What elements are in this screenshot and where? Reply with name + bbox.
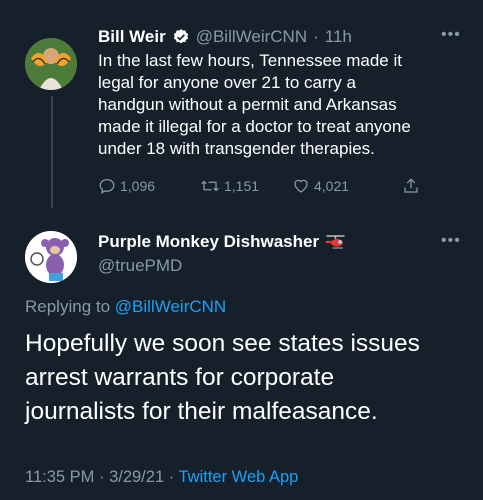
tweet2-text: Hopefully we soon see states issues arre… xyxy=(25,327,465,429)
avatar-purple-monkey[interactable] xyxy=(25,231,77,283)
tweet1-text-line: handgun without a permit and Arkansas xyxy=(98,95,397,114)
tweet1-text-line: legal for anyone over 21 to carry a xyxy=(98,73,356,92)
more-dots-icon[interactable]: ••• xyxy=(441,26,461,44)
tweet2-author-name[interactable]: Purple Monkey Dishwasher xyxy=(98,232,319,252)
tweet2-footer: 11:35 PM · 3/29/21 · Twitter Web App xyxy=(25,468,298,487)
avatar-bill-weir[interactable] xyxy=(25,38,77,90)
reply-icon xyxy=(99,178,115,194)
tweet1-actions: 1,096 1,151 4,021 xyxy=(98,177,428,195)
reply-button[interactable]: 1,096 xyxy=(98,177,186,195)
tweet1-header: Bill Weir @BillWeirCNN · 11h xyxy=(98,27,352,47)
tweet2-source-link[interactable]: Twitter Web App xyxy=(179,468,299,486)
tweet1-separator: · xyxy=(313,27,319,46)
reply-count: 1,096 xyxy=(120,178,156,194)
thread-connector-line xyxy=(51,96,53,208)
like-button[interactable]: 4,021 xyxy=(292,177,376,195)
helicopter-icon xyxy=(325,233,349,251)
retweet-button[interactable]: 1,151 xyxy=(200,177,282,195)
more-dots-icon[interactable]: ••• xyxy=(441,232,461,250)
replying-to-handle-link[interactable]: @BillWeirCNN xyxy=(115,297,226,316)
tweet2-handle[interactable]: @truePMD xyxy=(98,256,182,276)
tweet1-text: In the last few hours, Tennessee made it… xyxy=(98,50,448,160)
verified-badge-icon xyxy=(172,28,190,46)
tweet2-timestamp[interactable]: 11:35 PM · 3/29/21 · xyxy=(25,468,174,486)
avatar-image xyxy=(25,231,77,283)
tweet1-author-name[interactable]: Bill Weir xyxy=(98,27,166,47)
tweet1-time[interactable]: 11h xyxy=(325,27,352,47)
share-icon xyxy=(404,178,418,193)
share-button[interactable] xyxy=(402,177,420,195)
tweet2-text-line: journalists for their malfeasance. xyxy=(25,398,378,425)
heart-icon xyxy=(294,179,308,193)
tweet1-text-line: under 18 with transgender therapies. xyxy=(98,139,375,158)
like-count: 4,021 xyxy=(314,178,350,194)
retweet-icon xyxy=(201,180,219,192)
tweet2-header: Purple Monkey Dishwasher xyxy=(98,232,349,252)
tweet2-text-line: Hopefully we soon see states issues xyxy=(25,330,420,357)
tweet2-text-line: arrest warrants for corporate xyxy=(25,364,335,391)
retweet-count: 1,151 xyxy=(224,178,260,194)
replying-to-label: Replying to xyxy=(25,297,111,316)
tweet1-text-line: made it illegal for a doctor to treat an… xyxy=(98,117,411,136)
tweet1-handle[interactable]: @BillWeirCNN xyxy=(196,27,307,47)
replying-to: Replying to @BillWeirCNN xyxy=(25,297,226,317)
tweet1-text-line: In the last few hours, Tennessee made it xyxy=(98,51,402,70)
avatar-image xyxy=(25,38,77,90)
